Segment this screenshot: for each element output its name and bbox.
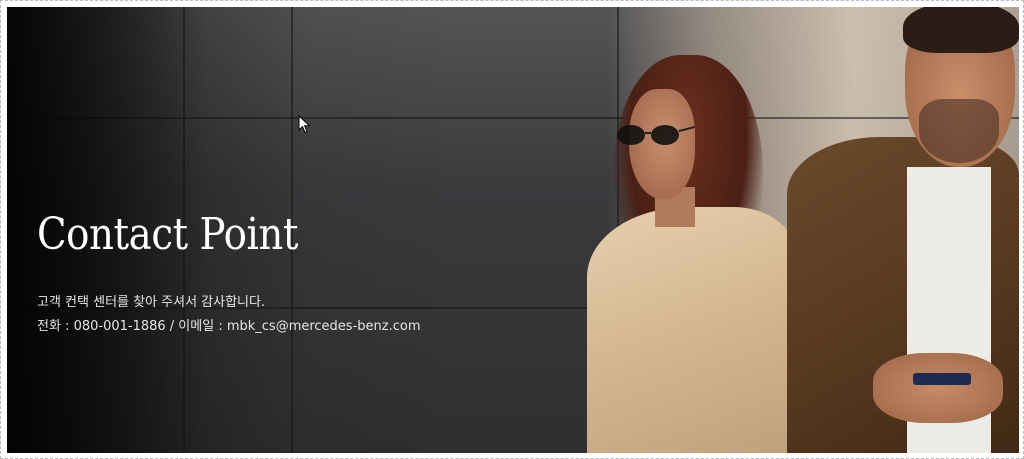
man-beard [919,99,999,163]
screenshot-frame: Contact Point 고객 컨택 센터를 찾아 주셔서 감사합니다. 전화… [0,0,1024,459]
contact-info-block: Contact Point 고객 컨택 센터를 찾아 주셔서 감사합니다. 전화… [37,207,597,339]
page-title: Contact Point [37,209,299,260]
mouse-pointer-icon [298,115,311,134]
sunglasses-icon [617,125,695,145]
contact-hero-banner: Contact Point 고객 컨택 센터를 찾아 주셔서 감사합니다. 전화… [7,7,1019,453]
man-hands [873,353,1003,423]
smartphone-icon [913,373,971,385]
greeting-text: 고객 컨택 센터를 찾아 주셔서 감사합니다. [37,295,266,310]
contact-description: 고객 컨택 센터를 찾아 주셔서 감사합니다. 전화 : 080-001-188… [37,291,597,339]
man-hair [903,7,1019,53]
woman-coat [587,207,797,453]
contact-details-text: 전화 : 080-001-1886 / 이메일 : mbk_cs@mercede… [37,319,421,334]
